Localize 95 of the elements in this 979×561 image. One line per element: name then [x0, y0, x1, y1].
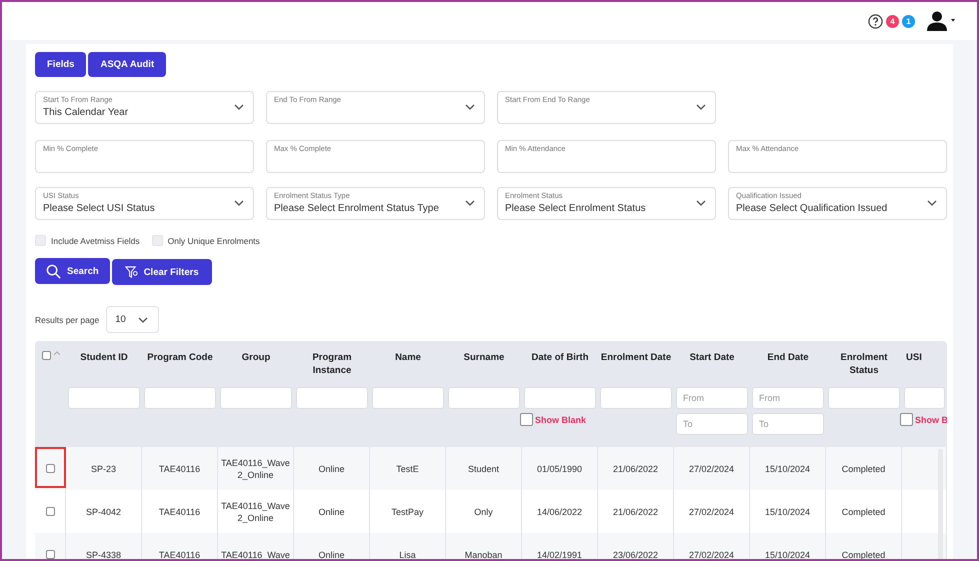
table-cell: 15/10/2024: [764, 506, 810, 518]
chevron-down-icon: [234, 104, 244, 110]
column-header[interactable]: Group: [242, 351, 270, 364]
column-header[interactable]: Enrolment Status: [826, 351, 902, 377]
user-avatar-icon[interactable]: [927, 11, 957, 31]
table-cell: SP-4338: [86, 548, 122, 559]
column-header[interactable]: Date of Birth: [532, 351, 588, 364]
row-checkbox[interactable]: [46, 550, 54, 559]
table-cell: 27/02/2024: [688, 462, 734, 474]
date-to-field[interactable]: To: [752, 413, 824, 435]
column-filter-field[interactable]: [448, 387, 520, 409]
table-cell: Completed: [842, 548, 886, 559]
column-filter-field[interactable]: [600, 387, 672, 409]
table-cell: TestPay: [391, 506, 424, 518]
table-cell: TAE40116: [158, 548, 200, 559]
table-cell: SP-4042: [86, 506, 122, 518]
results-per-page-label: Results per page: [35, 314, 100, 324]
table-cell: 27/02/2024: [688, 548, 734, 559]
column-header[interactable]: End Date: [767, 351, 809, 364]
column-header[interactable]: Program Code: [147, 351, 213, 364]
table-cell: 27/02/2024: [688, 506, 734, 518]
chevron-down-icon: [696, 104, 706, 110]
column-filter-field[interactable]: [372, 387, 444, 409]
chevron-down-icon: [234, 200, 244, 206]
table-cell: TAE40116: [158, 462, 200, 474]
column-header[interactable]: Enrolment Date: [600, 351, 672, 364]
search-button[interactable]: Search: [35, 258, 110, 284]
help-icon[interactable]: [868, 14, 883, 28]
clear-button[interactable]: Clear Filters: [112, 259, 212, 285]
table-cell: Manoban: [464, 548, 502, 559]
column-filter-field[interactable]: [904, 387, 945, 409]
column-filter-field[interactable]: [144, 387, 216, 409]
chevron-down-icon: [465, 200, 475, 206]
notification-badge[interactable]: 4: [886, 14, 899, 28]
column-header[interactable]: Program Instance: [294, 351, 370, 377]
row-checkbox[interactable]: [46, 507, 54, 516]
table-cell: 23/06/2022: [612, 548, 658, 559]
table-cell: 21/06/2022: [612, 462, 658, 474]
table-cell: Online: [318, 506, 344, 518]
table-cell: TAE40116_Wave: [221, 548, 290, 559]
chevron-down-icon: [138, 316, 148, 322]
date-to-field[interactable]: To: [676, 413, 748, 435]
column-filter-field[interactable]: [68, 387, 140, 409]
table-cell: Lisa: [399, 548, 416, 559]
table-cell: Only: [474, 506, 493, 518]
column-header[interactable]: USI: [906, 351, 922, 364]
date-from-field[interactable]: From: [676, 387, 748, 409]
option-label[interactable]: Include Avetmiss Fields: [51, 236, 140, 246]
chevron-down-icon: [927, 200, 937, 206]
table-cell: 14/06/2022: [536, 506, 582, 518]
row-checkbox[interactable]: [46, 464, 54, 473]
option-checkbox[interactable]: [35, 235, 46, 246]
table-cell: Online: [318, 548, 344, 559]
tab-button[interactable]: Fields: [35, 52, 86, 77]
show-blank-checkbox[interactable]: [520, 413, 533, 426]
select-value: Please Select Qualification Issued: [736, 203, 888, 214]
select-value: Please Select Enrolment Status: [505, 203, 647, 214]
select-value: Please Select Enrolment Status Type: [274, 203, 440, 214]
table-cell: Completed: [842, 462, 886, 474]
filter-icon: [124, 266, 138, 278]
table-cell: 21/06/2022: [612, 506, 658, 518]
column-header[interactable]: Name: [395, 351, 421, 364]
table-cell: 01/05/1990: [536, 462, 582, 474]
chevron-down-icon: [465, 104, 475, 110]
table-cell: SP-23: [90, 462, 116, 474]
table-cell: TestE: [396, 462, 419, 474]
tab-button[interactable]: ASQA Audit: [88, 52, 166, 77]
select-value: Please Select USI Status: [43, 203, 156, 214]
column-header[interactable]: Student ID: [80, 351, 128, 364]
table-cell: TAE40116_Wave 2_Online: [221, 456, 290, 480]
date-from-field[interactable]: From: [752, 387, 824, 409]
page-size-select[interactable]: 10: [106, 306, 159, 333]
table-cell: TAE40116: [158, 506, 200, 518]
column-filter-field[interactable]: [296, 387, 368, 409]
table-cell: 15/10/2024: [764, 462, 810, 474]
select-value: This Calendar Year: [43, 107, 130, 118]
sort-icon[interactable]: [54, 351, 60, 355]
column-header[interactable]: Start Date: [690, 351, 734, 364]
table-cell: TAE40116_Wave 2_Online: [221, 500, 290, 524]
table-cell: Online: [318, 462, 344, 474]
table-cell: Student: [468, 462, 500, 474]
table-cell: Completed: [842, 506, 886, 518]
show-blank-checkbox[interactable]: [900, 413, 913, 426]
option-checkbox[interactable]: [152, 235, 163, 246]
scrollbar[interactable]: [938, 449, 943, 559]
column-filter-field[interactable]: [220, 387, 292, 409]
select-all-checkbox[interactable]: [42, 351, 50, 360]
table-cell: 14/02/1991: [536, 548, 582, 559]
chevron-down-icon: [696, 200, 706, 206]
column-filter-field[interactable]: [828, 387, 900, 409]
option-label[interactable]: Only Unique Enrolments: [168, 236, 260, 246]
search-icon: [46, 264, 61, 278]
column-filter-field[interactable]: [524, 387, 596, 409]
table-cell: 15/10/2024: [764, 548, 810, 559]
column-header[interactable]: Surname: [464, 351, 504, 364]
